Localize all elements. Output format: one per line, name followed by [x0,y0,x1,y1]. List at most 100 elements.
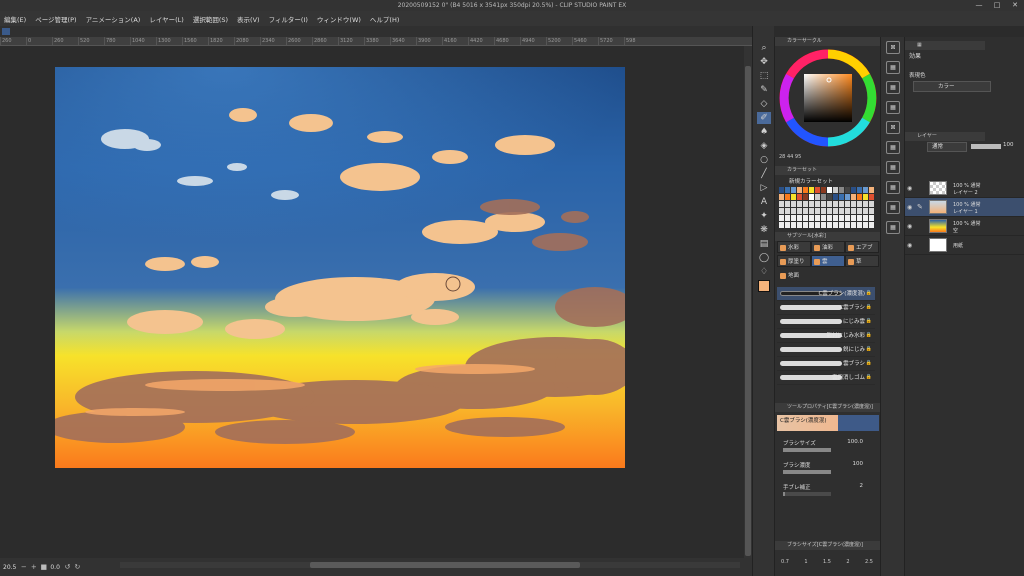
color-swatch[interactable] [839,208,844,214]
color-swatch[interactable] [779,194,784,200]
canvas-tab[interactable] [2,28,10,35]
horizontal-scroll-thumb[interactable] [310,562,580,568]
color-swatch[interactable] [803,187,808,193]
gradient-tool-icon[interactable]: ╱ [757,168,771,180]
color-swatch[interactable] [869,187,874,193]
prop-value[interactable]: 2 [860,483,864,489]
menu-help[interactable]: ヘルプ(H) [370,14,399,24]
color-swatch[interactable] [815,194,820,200]
color-swatch[interactable] [821,187,826,193]
color-swatch[interactable] [785,215,790,221]
color-swatch[interactable] [785,208,790,214]
fit-icon[interactable]: ■ [40,563,48,571]
size-preset[interactable]: 1.5 [819,559,835,565]
color-swatch[interactable] [779,222,784,228]
prop-slider[interactable] [783,492,831,496]
color-swatch[interactable] [803,215,808,221]
material-icon[interactable]: ⊠ [886,121,900,134]
text-tool-icon[interactable]: A [757,196,771,208]
tab-oil[interactable]: 油彩 [811,241,845,253]
blend-tool-icon[interactable]: ✦ [757,210,771,222]
color-swatch[interactable] [833,215,838,221]
color-swatch[interactable] [815,201,820,207]
color-swatch[interactable] [839,187,844,193]
select-tool-icon[interactable]: ⬚ [757,70,771,82]
brush-item[interactable]: 影付にじみ水彩 🔒 [777,329,875,343]
lasso-tool-icon[interactable]: ♢ [757,266,771,278]
color-swatch[interactable] [797,208,802,214]
color-swatch[interactable] [833,201,838,207]
color-swatch[interactable] [857,201,862,207]
color-swatch[interactable] [815,215,820,221]
color-swatch[interactable] [863,222,868,228]
menu-filter[interactable]: フィルター(I) [269,14,308,24]
opacity-slider[interactable] [971,144,1001,149]
color-swatch[interactable] [833,187,838,193]
rotation-value[interactable]: 0.0 [50,564,60,571]
brush-tool-icon[interactable]: ✐ [757,112,771,124]
zoom-in-icon[interactable]: + [30,563,37,571]
color-swatch[interactable] [803,208,808,214]
tab-airbrush[interactable]: エアブ [845,241,879,253]
color-swatch[interactable] [791,208,796,214]
layer-row-layer2[interactable]: ◉ 100 % 通常 レイヤー 2 [905,179,1024,198]
brush-density-row[interactable]: ブラシ濃度 100 [783,461,873,479]
vertical-scroll-thumb[interactable] [745,66,751,556]
size-preset[interactable]: 0.7 [777,559,793,565]
color-swatch[interactable] [809,194,814,200]
blend-mode-select[interactable]: 通常 [927,142,967,152]
color-wheel[interactable] [779,49,877,147]
drawing-canvas[interactable] [55,67,625,468]
fill-tool-icon[interactable]: ◈ [757,140,771,152]
color-swatch[interactable] [827,187,832,193]
frame-tool-icon[interactable]: ▤ [757,238,771,250]
expression-color-select[interactable]: カラー [913,81,991,92]
prop-slider[interactable] [783,448,831,452]
eye-icon[interactable]: ◉ [907,204,912,211]
color-swatch[interactable] [803,194,808,200]
zoom-value[interactable]: 20.5 [3,564,16,571]
size-preset[interactable]: 2 [840,559,856,565]
color-swatch[interactable] [803,222,808,228]
color-swatch[interactable] [827,222,832,228]
color-swatch[interactable] [857,222,862,228]
color-swatch[interactable] [821,222,826,228]
auto-action-icon[interactable]: ▦ [886,161,900,174]
vertical-scrollbar[interactable] [744,46,752,558]
brush-item[interactable]: C雲ブラシ 🔒 [777,301,875,315]
color-swatch[interactable] [869,222,874,228]
prop-slider[interactable] [783,470,831,474]
color-swatch[interactable] [785,201,790,207]
color-swatch[interactable] [821,201,826,207]
size-preset[interactable]: 2.5 [861,559,877,565]
line-tool-icon[interactable]: ▷ [757,182,771,194]
brush-size-row[interactable]: ブラシサイズ 100.0 [783,439,873,457]
color-swatch[interactable] [851,194,856,200]
brush-item[interactable]: にじみ雲 🔒 [777,315,875,329]
zoom-tool-icon[interactable]: ⌕ [757,42,771,54]
color-swatch[interactable] [851,201,856,207]
color-swatch[interactable] [821,194,826,200]
timeline-icon[interactable]: ▦ [886,221,900,234]
color-swatch[interactable] [827,201,832,207]
color-swatch[interactable] [833,222,838,228]
color-swatch[interactable] [815,208,820,214]
color-swatch[interactable] [839,222,844,228]
color-swatch[interactable] [779,187,784,193]
color-swatch[interactable] [869,201,874,207]
menu-page[interactable]: ページ管理(P) [35,14,76,24]
color-swatch[interactable] [827,194,832,200]
prop-value[interactable]: 100 [853,461,864,467]
color-swatch[interactable] [779,201,784,207]
color-swatch[interactable] [809,215,814,221]
size-preset[interactable]: 1 [798,559,814,565]
rotate-right-icon[interactable]: ↻ [74,563,81,571]
color-swatch[interactable] [779,208,784,214]
color-swatch[interactable] [869,194,874,200]
color-swatch[interactable] [791,187,796,193]
color-swatch[interactable] [797,215,802,221]
color-swatch[interactable] [809,201,814,207]
eye-icon[interactable]: ◉ [907,223,912,230]
color-swatch[interactable] [857,194,862,200]
color-swatch[interactable] [833,194,838,200]
